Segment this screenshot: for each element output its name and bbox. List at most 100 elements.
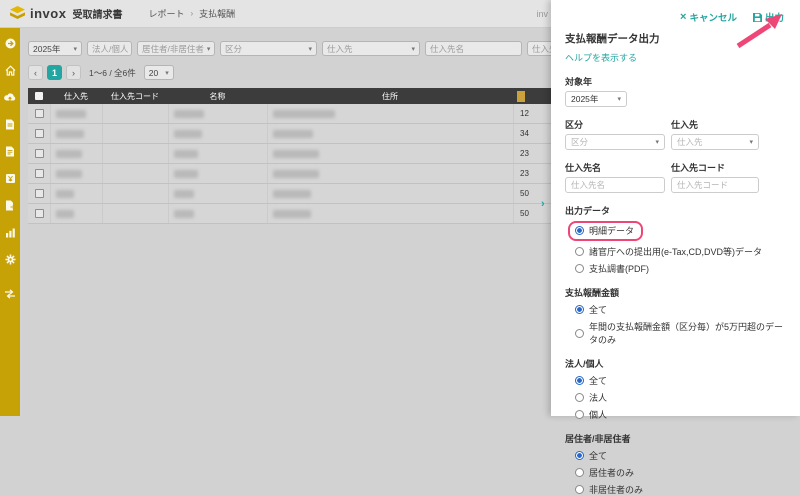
page-1-button[interactable]: 1	[47, 65, 62, 80]
panel-actions: × キャンセル 出力	[565, 10, 786, 24]
corp-individual-filter-select[interactable]: 法人/個人 ▾	[87, 41, 132, 56]
report-icon[interactable]	[4, 226, 16, 238]
table-row: 34	[28, 124, 551, 144]
select-all-checkbox[interactable]	[35, 92, 43, 100]
category-filter-select[interactable]: 区分 ▾	[220, 41, 317, 56]
radio-icon[interactable]	[575, 329, 584, 338]
redacted-supplier	[56, 130, 84, 138]
radio-option-individual[interactable]: 個人	[575, 408, 786, 421]
radio-icon[interactable]	[575, 264, 584, 273]
col-header-address: 住所	[267, 88, 513, 104]
radio-option-all-entities[interactable]: 全て	[575, 374, 786, 387]
annotation-highlight: 明細データ	[568, 221, 643, 241]
amount-cell-partial: 12	[513, 104, 551, 123]
brand-name: invox	[30, 6, 66, 21]
radio-option-corporation[interactable]: 法人	[575, 391, 786, 404]
chevron-down-icon: ▾	[128, 45, 132, 53]
radio-icon[interactable]	[575, 247, 584, 256]
supplier-code-filter-input[interactable]	[527, 41, 551, 56]
resident-group: 居住者/非居住者 全て 居住者のみ 非居住者のみ	[565, 432, 786, 496]
row-checkbox[interactable]	[35, 189, 44, 198]
row-checkbox[interactable]	[35, 129, 44, 138]
redacted-name	[174, 130, 202, 138]
resident-label: 居住者/非居住者	[565, 432, 786, 445]
settings-icon[interactable]	[4, 253, 16, 265]
export-button[interactable]: 出力	[753, 10, 784, 24]
radio-option-non-residents-only[interactable]: 非居住者のみ	[575, 483, 786, 496]
chevron-down-icon: ▾	[652, 138, 659, 146]
radio-option-all-amounts[interactable]: 全て	[575, 303, 786, 316]
switch-icon[interactable]	[4, 288, 16, 300]
chevron-down-icon: ▾	[408, 45, 415, 53]
redacted-address	[273, 110, 335, 118]
radio-icon[interactable]	[575, 226, 584, 235]
amount-cell-partial: 34	[513, 124, 551, 143]
page-size-select[interactable]: 20 ▾	[144, 65, 174, 80]
resident-filter-select[interactable]: 居住者/非居住者 ▾	[137, 41, 215, 56]
row-checkbox[interactable]	[35, 109, 44, 118]
category-label: 区分	[565, 118, 665, 131]
document-icon[interactable]	[4, 118, 16, 130]
app-logo: invox 受取請求書	[0, 6, 122, 22]
chevron-down-icon: ▾	[204, 45, 211, 53]
breadcrumb-separator-icon: ›	[190, 9, 193, 18]
supplier-name-input[interactable]	[565, 177, 665, 193]
radio-option-residents-only[interactable]: 居住者のみ	[575, 466, 786, 479]
row-checkbox[interactable]	[35, 149, 44, 158]
partial-column-header	[517, 91, 525, 102]
payment-amount-group: 支払報酬金額 全て 年間の支払報酬金額（区分毎）が5万円超のデータのみ	[565, 286, 786, 346]
supplier-name-filter-input[interactable]	[425, 41, 522, 56]
chevron-down-icon: ▾	[305, 45, 312, 53]
row-checkbox[interactable]	[35, 209, 44, 218]
radio-option-payment-record-pdf[interactable]: 支払調書(PDF)	[575, 262, 786, 275]
breadcrumb-parent[interactable]: レポート	[148, 7, 184, 20]
radio-icon[interactable]	[575, 376, 584, 385]
amount-cell-partial: 23	[513, 144, 551, 163]
radio-icon[interactable]	[575, 468, 584, 477]
ledger-icon[interactable]	[4, 172, 16, 184]
supplier-code-label: 仕入先コード	[671, 161, 759, 174]
radio-option-government-data[interactable]: 諸官庁への提出用(e-Tax,CD,DVD等)データ	[575, 245, 786, 258]
supplier-select[interactable]: 仕入先 ▾	[671, 134, 759, 150]
category-select[interactable]: 区分 ▾	[565, 134, 665, 150]
cancel-button[interactable]: × キャンセル	[680, 10, 737, 24]
suppliers-table: 仕入先 仕入先コード 名称 住所 12 34	[28, 88, 551, 224]
sidebar-nav	[0, 28, 20, 416]
corp-individual-group: 法人/個人 全て 法人 個人	[565, 357, 786, 421]
radio-option-detail-data[interactable]: 明細データ	[575, 221, 786, 241]
forward-icon[interactable]	[4, 37, 16, 49]
brand-suffix: 受取請求書	[72, 6, 122, 21]
amount-cell-partial: 23	[513, 164, 551, 183]
radio-icon[interactable]	[575, 485, 584, 494]
corp-individual-label: 法人/個人	[565, 357, 786, 370]
close-icon: ×	[680, 13, 686, 22]
home-icon[interactable]	[4, 64, 16, 76]
redacted-supplier	[56, 150, 82, 158]
supplier-filter-select[interactable]: 仕入先 ▾	[322, 41, 420, 56]
radio-option-over-50k[interactable]: 年間の支払報酬金額（区分毎）が5万円超のデータのみ	[575, 320, 786, 346]
panel-expander-icon[interactable]: ›	[541, 198, 545, 210]
radio-option-all-residents[interactable]: 全て	[575, 449, 786, 462]
pagination-summary: 1～6 / 全6件	[89, 67, 136, 79]
document-2-icon[interactable]	[4, 145, 16, 157]
prev-page-button[interactable]: ‹	[28, 65, 43, 80]
upload-icon[interactable]	[4, 91, 16, 103]
invox-logo-icon	[9, 6, 26, 22]
radio-icon[interactable]	[575, 451, 584, 460]
year-filter-select[interactable]: 2025年 ▾	[28, 41, 82, 56]
redacted-address	[273, 150, 319, 158]
radio-icon[interactable]	[575, 393, 584, 402]
export-icon[interactable]	[4, 199, 16, 211]
radio-icon[interactable]	[575, 305, 584, 314]
col-header-supplier-code: 仕入先コード	[102, 88, 168, 104]
supplier-name-label: 仕入先名	[565, 161, 665, 174]
redacted-name	[174, 190, 194, 198]
next-page-button[interactable]: ›	[66, 65, 81, 80]
amount-cell-partial: 50	[513, 184, 551, 203]
row-checkbox[interactable]	[35, 169, 44, 178]
target-year-select[interactable]: 2025年 ▾	[565, 91, 627, 107]
help-link[interactable]: ヘルプを表示する	[565, 51, 786, 64]
supplier-code-input[interactable]	[671, 177, 759, 193]
radio-icon[interactable]	[575, 410, 584, 419]
redacted-address	[273, 190, 311, 198]
